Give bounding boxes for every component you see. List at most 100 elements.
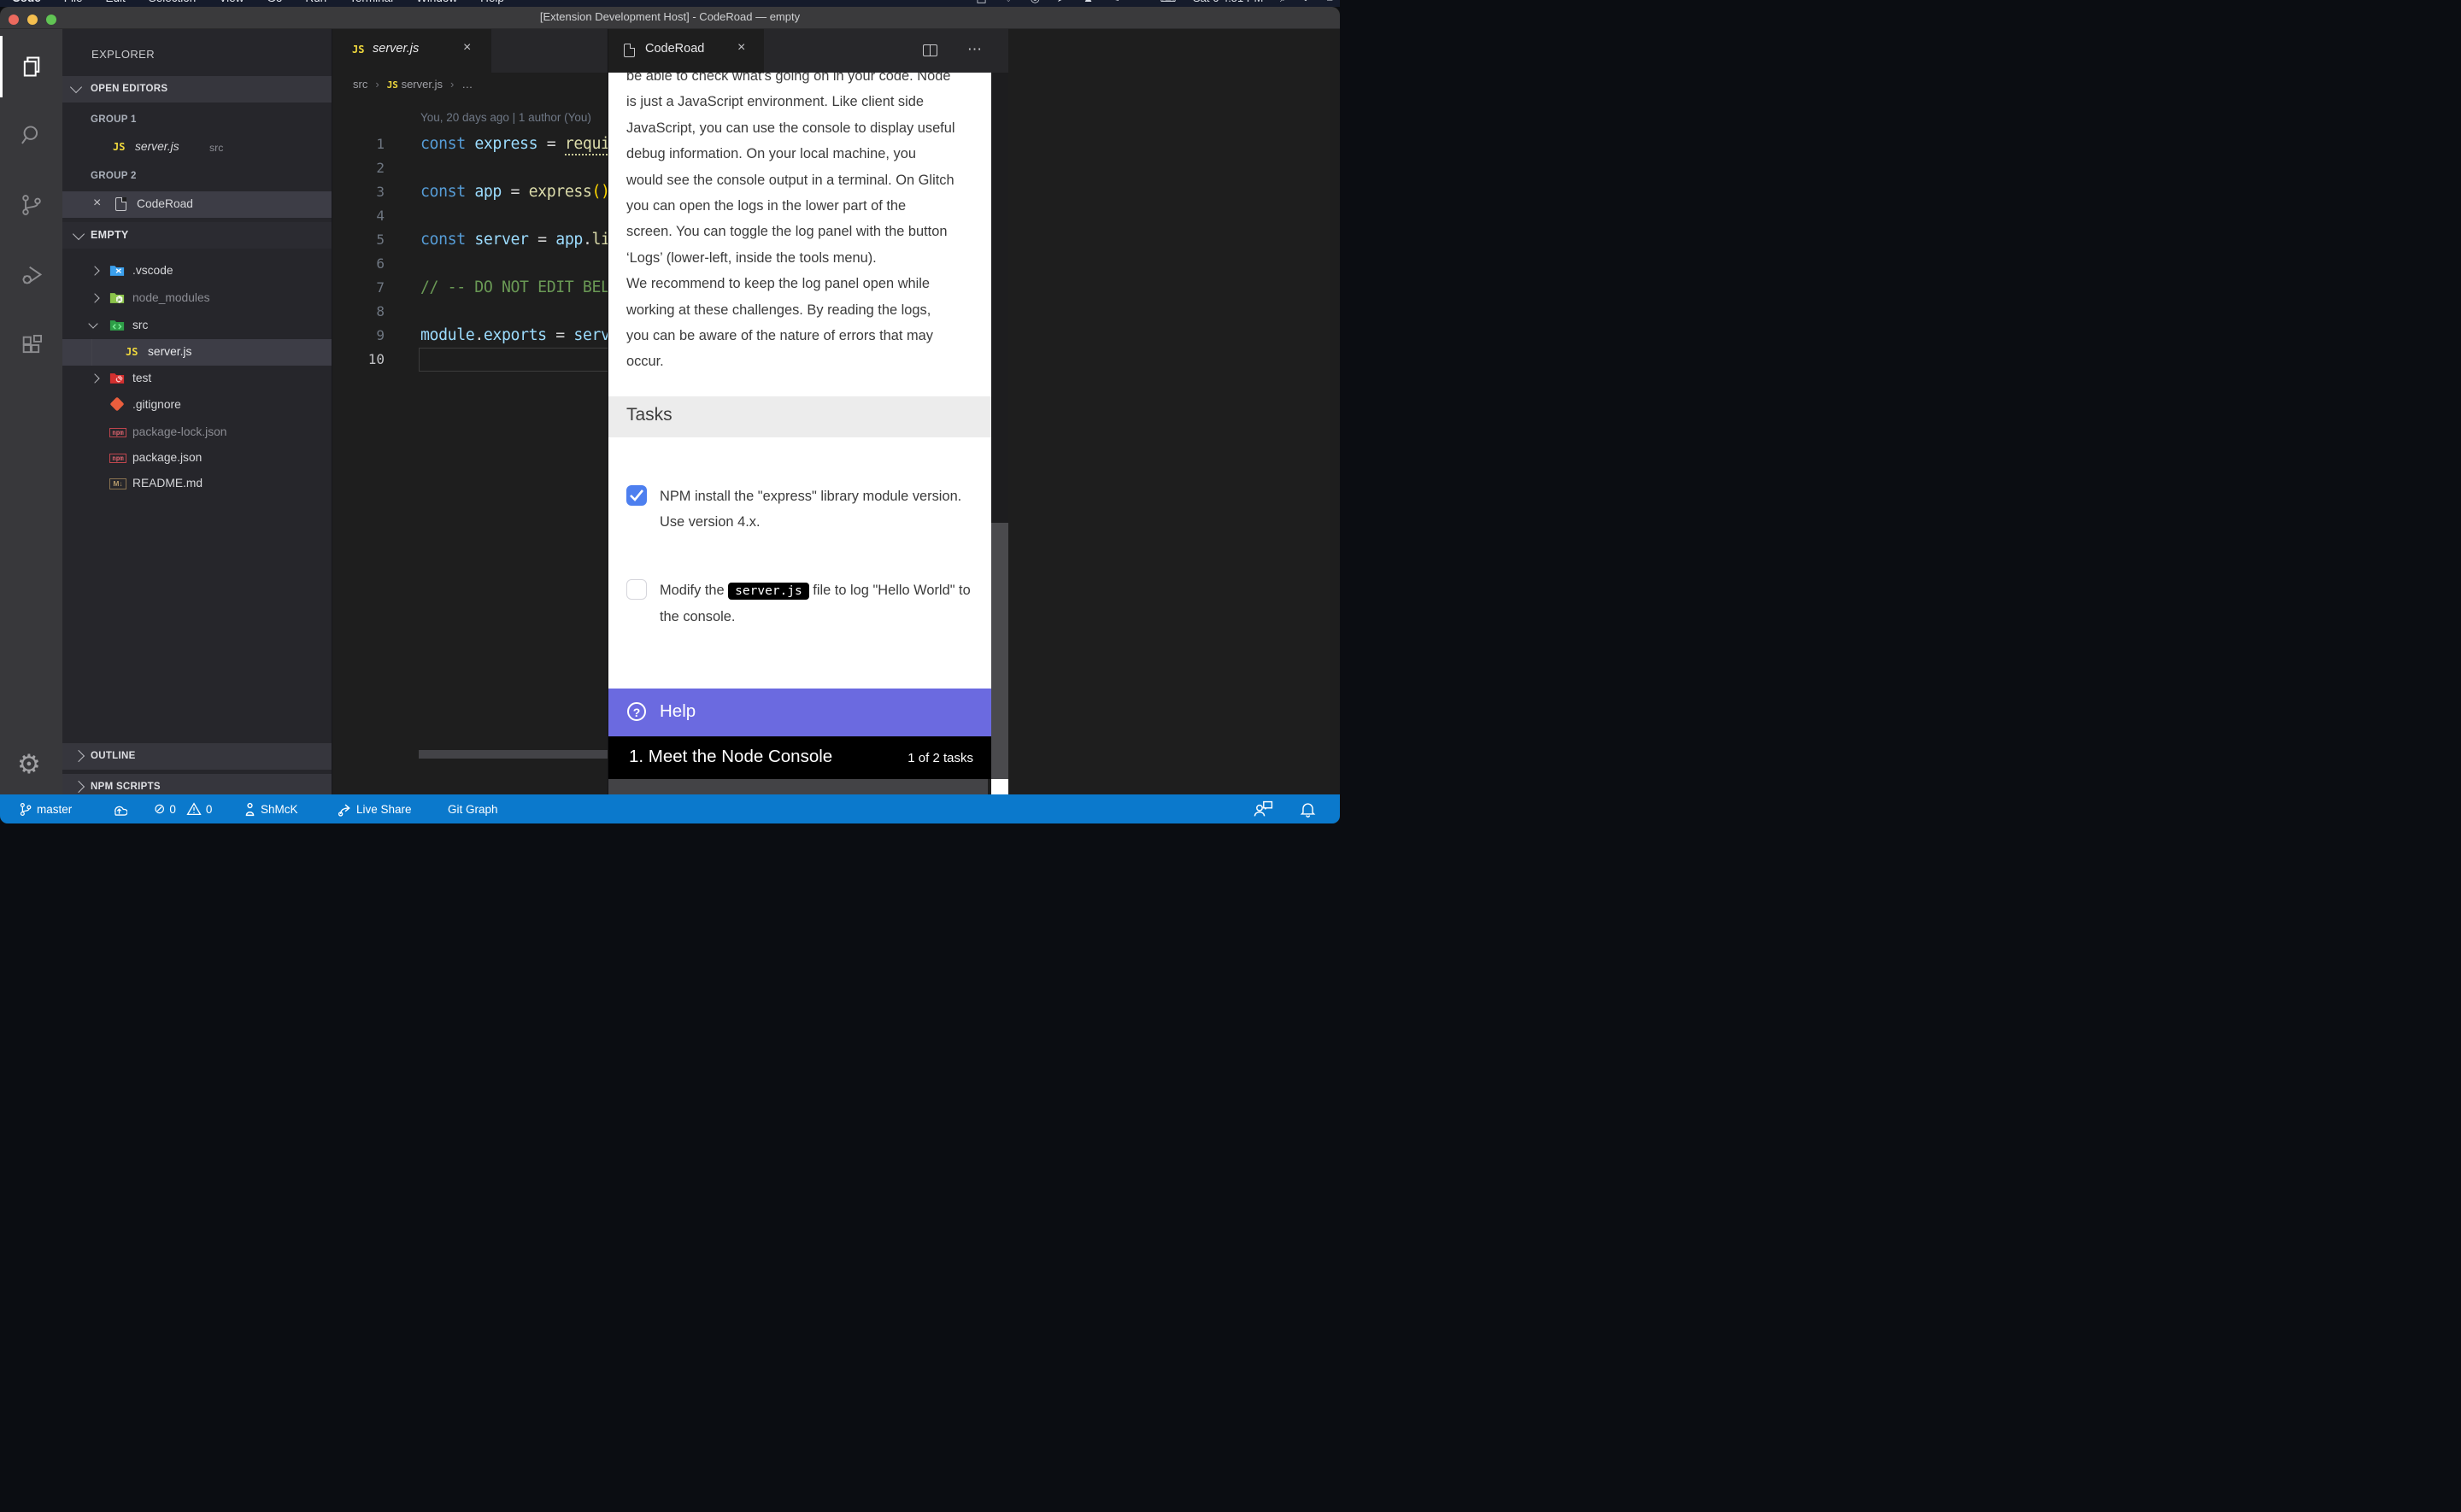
chevron-right-icon xyxy=(90,373,99,383)
open-editor-item-coderoad[interactable]: × CodeRoad xyxy=(62,191,332,218)
spotlight-icon[interactable]: ⌕ xyxy=(1280,0,1286,4)
tree-item-label: package.json xyxy=(132,451,202,464)
tree-item-package-json[interactable]: npm package.json xyxy=(62,445,332,472)
open-editors-header[interactable]: OPEN EDITORS xyxy=(62,76,332,103)
tree-item-gitignore[interactable]: .gitignore xyxy=(62,392,332,419)
code-line[interactable]: module.exports = server; xyxy=(420,324,637,348)
tree-item-label: test xyxy=(132,372,151,384)
tree-item-serverjs-selected[interactable]: JS server.js xyxy=(62,339,332,366)
menu-item[interactable]: Window xyxy=(416,0,457,4)
help-circle-icon: ? xyxy=(627,702,646,721)
chevron-down-icon xyxy=(88,319,97,328)
task-checkbox-unchecked[interactable] xyxy=(626,579,647,600)
search-icon[interactable] xyxy=(20,123,44,147)
task-checkbox-checked[interactable] xyxy=(626,485,647,506)
wifi-icon[interactable]: ⌁ xyxy=(1137,0,1143,4)
explorer-icon[interactable] xyxy=(20,55,44,79)
tree-item-readme[interactable]: M↓ README.md xyxy=(62,471,332,497)
siri-icon[interactable]: ◐ xyxy=(1303,0,1310,4)
breadcrumb-file[interactable]: server.js xyxy=(402,78,443,91)
feedback-icon[interactable] xyxy=(1253,794,1273,823)
menu-item[interactable]: Code xyxy=(12,0,41,4)
more-actions-icon[interactable]: ⋯ xyxy=(967,41,983,58)
tab-coderoad[interactable]: CodeRoad × xyxy=(608,29,764,73)
record-icon[interactable]: ◎ xyxy=(1031,0,1040,4)
breadcrumb-src[interactable]: src xyxy=(353,78,367,91)
code-token xyxy=(466,183,475,201)
tree-item-package-lock[interactable]: npm package-lock.json xyxy=(62,419,332,446)
git-icon xyxy=(110,397,125,412)
npm-scripts-section-header[interactable]: NPM SCRIPTS xyxy=(62,774,332,794)
extensions-icon[interactable] xyxy=(20,333,44,357)
close-icon[interactable]: × xyxy=(93,196,101,211)
menu-item[interactable]: Terminal xyxy=(349,0,393,4)
shield-icon[interactable]: ♡ xyxy=(1003,0,1013,4)
menu-item[interactable]: Edit xyxy=(106,0,126,4)
outline-section-header[interactable]: OUTLINE xyxy=(62,743,332,770)
tree-item-src[interactable]: src xyxy=(62,313,332,339)
user-name: ShMcK xyxy=(261,803,298,816)
workspace-section-header[interactable]: EMPTY xyxy=(62,222,332,249)
menu-item[interactable]: Run xyxy=(305,0,326,4)
code-line[interactable]: const app = express(); xyxy=(420,180,619,204)
svg-text:js: js xyxy=(116,297,120,302)
sync-changes-button[interactable] xyxy=(111,794,127,823)
scrollbar-thumb[interactable] xyxy=(991,73,1008,523)
git-graph-button[interactable]: Git Graph xyxy=(448,794,498,823)
breadcrumb[interactable]: src›JS server.js›… xyxy=(353,78,473,91)
panel-tab-bar: CodeRoad × ⋯ xyxy=(608,29,1008,73)
close-icon[interactable]: × xyxy=(463,40,471,56)
menubar-clock[interactable]: Sat 6 4:51 PM xyxy=(1193,0,1263,4)
play-icon[interactable]: ▲ xyxy=(1083,0,1094,4)
pencil-icon[interactable]: ✎ xyxy=(1111,0,1120,4)
problems-indicator[interactable]: ⊘ 0 0 xyxy=(154,794,212,823)
control-center-icon[interactable]: ≡ xyxy=(1326,0,1333,4)
code-token: const xyxy=(420,135,466,153)
tree-item-test[interactable]: test xyxy=(62,366,332,392)
open-editor-item-serverjs[interactable]: JS server.js src xyxy=(62,134,332,161)
code-token: express xyxy=(474,135,537,153)
lesson-text: be able to check what's going on in your… xyxy=(626,73,985,375)
webview-bottom-strip xyxy=(608,779,988,794)
line-number: 10 xyxy=(332,348,385,372)
webview-scrollbar[interactable] xyxy=(991,29,1008,794)
tree-item-label: .vscode xyxy=(132,264,173,277)
keyboard-icon[interactable]: ⌨ xyxy=(1160,0,1177,4)
cursor-icon[interactable]: ➤ xyxy=(1057,0,1066,4)
line-number: 1 xyxy=(332,132,385,156)
markdown-icon: M↓ xyxy=(109,478,126,489)
group2-label: GROUP 2 xyxy=(91,171,137,181)
scrollbar-track[interactable] xyxy=(991,523,1008,779)
code-token: express xyxy=(529,183,592,201)
notifications-bell-icon[interactable] xyxy=(1300,794,1316,823)
display-icon[interactable]: ⬒ xyxy=(976,0,986,4)
close-icon[interactable]: × xyxy=(737,40,745,56)
menu-item[interactable]: File xyxy=(64,0,83,4)
help-button[interactable]: ? Help xyxy=(608,689,991,736)
tree-item-vscode[interactable]: .vscode xyxy=(62,258,332,284)
source-control-icon[interactable] xyxy=(20,193,44,217)
lesson-bar[interactable]: 1. Meet the Node Console 1 of 2 tasks xyxy=(608,736,991,779)
tree-item-node-modules[interactable]: js node_modules xyxy=(62,285,332,312)
title-bar[interactable]: [Extension Development Host] - CodeRoad … xyxy=(0,7,1340,29)
live-share-button[interactable]: Live Share xyxy=(337,794,412,823)
run-debug-icon[interactable] xyxy=(20,263,44,287)
tab-serverjs[interactable]: JS server.js × xyxy=(332,29,491,73)
git-branch-indicator[interactable]: master xyxy=(19,794,72,823)
menu-item[interactable]: View xyxy=(219,0,244,4)
menu-item[interactable]: Help xyxy=(480,0,504,4)
menu-item[interactable]: Go xyxy=(267,0,282,4)
line-number: 6 xyxy=(332,252,385,276)
lesson-text-line: occur. xyxy=(626,349,985,374)
breadcrumb-symbol[interactable]: … xyxy=(461,78,473,91)
tree-item-label: server.js xyxy=(148,345,191,358)
settings-gear-icon[interactable]: ⚙ xyxy=(17,751,41,777)
user-account-item[interactable]: ShMcK xyxy=(244,794,298,823)
macos-menu-bar: Code File Edit Selection View Go Run Terminal Wi… xyxy=(0,0,1340,7)
split-editor-icon[interactable] xyxy=(923,44,937,56)
menu-item[interactable]: Selection xyxy=(149,0,197,4)
chevron-right-icon xyxy=(73,750,85,762)
code-token: app xyxy=(474,183,502,201)
npm-scripts-label: NPM SCRIPTS xyxy=(91,782,161,792)
code-token: . xyxy=(474,326,484,344)
